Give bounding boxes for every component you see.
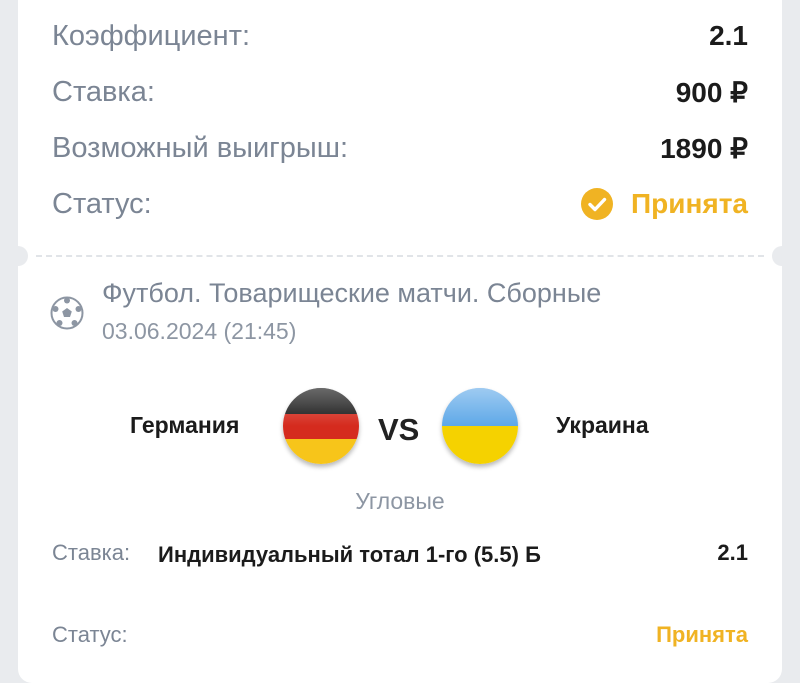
payout-row: Возможный выигрыш: 1890 ₽ (52, 128, 748, 168)
germany-flag-icon (283, 388, 359, 464)
selection-status-label: Статус: (52, 622, 128, 647)
away-team-name: Украина (556, 412, 649, 438)
payout-label: Возможный выигрыш: (52, 131, 349, 164)
selection-odds: 2.1 (717, 540, 748, 565)
coefficient-row: Коэффициент: 2.1 (52, 16, 748, 56)
stake-row: Ставка: 900 ₽ (52, 72, 748, 112)
ticket-notch-left (8, 246, 28, 266)
selection-bet-label: Ставка: (52, 540, 131, 565)
event-datetime: 03.06.2024 (21:45) (102, 318, 297, 344)
stake-label: Ставка: (52, 75, 155, 108)
coefficient-label: Коэффициент: (52, 19, 251, 52)
league-title: Футбол. Товарищеские матчи. Сборные (102, 278, 602, 308)
stake-value: 900 ₽ (675, 76, 748, 108)
selection-status-value: Принята (656, 622, 748, 647)
home-team-name: Германия (130, 412, 240, 438)
status-value-group: Принята (581, 188, 748, 220)
ticket-notch-right (772, 246, 792, 266)
check-circle-icon (581, 188, 614, 220)
status-label: Статус: (52, 187, 152, 220)
soccer-ball-icon (50, 296, 84, 330)
market-name: Угловые (355, 488, 445, 514)
status-row: Статус: Принята (52, 184, 748, 224)
ukraine-flag-icon (442, 388, 518, 464)
payout-value: 1890 ₽ (660, 132, 748, 164)
vs-label: VS (378, 412, 420, 447)
status-value: Принята (631, 188, 748, 219)
coefficient-value: 2.1 (709, 20, 748, 51)
ticket-divider (36, 255, 764, 257)
selection-bet-description: Индивидуальный тотал 1-го (5.5) Б (158, 542, 541, 567)
